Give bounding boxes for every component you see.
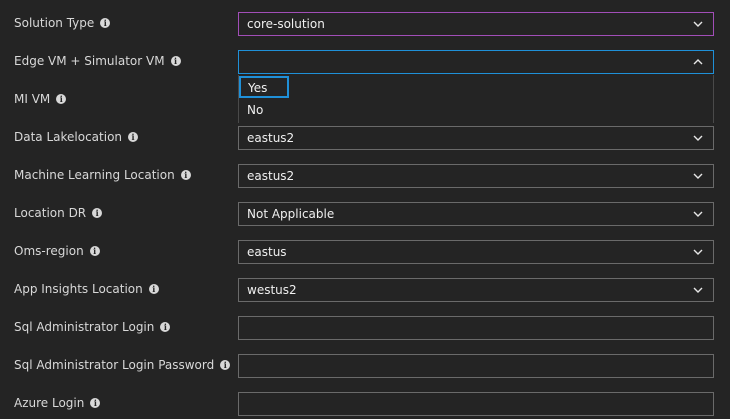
row-data-lake-location: Data Lakelocation i eastus2 [0,126,730,150]
machine-learning-location-select[interactable]: eastus2 [238,164,714,188]
select-value: eastus [247,245,287,259]
data-lake-location-select[interactable]: eastus2 [238,126,714,150]
solution-type-select[interactable]: core-solution [238,12,714,36]
info-icon[interactable]: i [170,56,181,66]
field-label: Solution Type [14,16,95,30]
chevron-down-icon [693,135,703,141]
row-machine-learning-location: Machine Learning Location i eastus2 [0,164,730,188]
dropdown-option-yes[interactable]: Yes [239,76,289,98]
info-icon[interactable]: i [160,322,171,332]
chevron-down-icon [693,21,703,27]
field-label: MI VM [14,92,51,106]
sql-admin-password-input[interactable] [238,354,714,378]
field-label: Sql Administrator Login Password [14,358,215,372]
field-label: Data Lakelocation [14,130,123,144]
mi-vm-label: MI VM i [14,91,67,107]
info-icon[interactable]: i [180,170,191,180]
row-app-insights-location: App Insights Location i westus2 [0,278,730,302]
info-icon[interactable]: i [220,360,231,370]
chevron-down-icon [693,211,703,217]
edge-vm-select[interactable] [238,50,714,74]
machine-learning-location-label: Machine Learning Location i [14,167,191,183]
select-value: eastus2 [247,169,295,183]
row-location-dr: Location DR i Not Applicable [0,202,730,226]
dropdown-option-no[interactable]: No [239,99,263,121]
row-solution-type: Solution Type i core-solution [0,12,730,36]
app-insights-location-label: App Insights Location i [14,281,159,297]
chevron-down-icon [693,249,703,255]
row-oms-region: Oms-region i eastus [0,240,730,264]
info-icon[interactable]: i [92,208,103,218]
select-value: Not Applicable [247,207,335,221]
solution-type-label: Solution Type i [14,15,111,31]
select-value: eastus2 [247,131,295,145]
info-icon[interactable]: i [89,246,100,256]
field-label: Location DR [14,206,87,220]
info-icon[interactable]: i [56,94,67,104]
info-icon[interactable]: i [90,398,101,408]
field-label: Edge VM + Simulator VM [14,54,165,68]
chevron-down-icon [693,173,703,179]
field-label: Azure Login [14,396,85,410]
oms-region-label: Oms-region i [14,243,100,259]
chevron-down-icon [693,287,703,293]
edge-vm-label: Edge VM + Simulator VM i [14,53,181,69]
field-label: App Insights Location [14,282,143,296]
edge-vm-dropdown-list: Yes No [238,75,714,123]
field-label: Oms-region [14,244,84,258]
info-icon[interactable]: i [148,284,159,294]
select-value: core-solution [247,17,325,31]
row-edge-vm: Edge VM + Simulator VM i [0,50,730,74]
chevron-up-icon [693,59,703,65]
location-dr-select[interactable]: Not Applicable [238,202,714,226]
azure-login-input[interactable] [238,392,714,416]
row-sql-admin-login: Sql Administrator Login i [0,316,730,340]
sql-admin-password-label: Sql Administrator Login Password i [14,357,231,373]
sql-admin-login-input[interactable] [238,316,714,340]
info-icon[interactable]: i [100,18,111,28]
app-insights-location-select[interactable]: westus2 [238,278,714,302]
select-value: westus2 [247,283,297,297]
sql-admin-login-label: Sql Administrator Login i [14,319,171,335]
location-dr-label: Location DR i [14,205,103,221]
row-azure-login: Azure Login i [0,392,730,416]
azure-login-label: Azure Login i [14,395,101,411]
field-label: Machine Learning Location [14,168,175,182]
info-icon[interactable]: i [128,132,139,142]
row-sql-admin-password: Sql Administrator Login Password i [0,354,730,378]
oms-region-select[interactable]: eastus [238,240,714,264]
deployment-form: Solution Type i core-solution Edge VM + … [0,0,730,419]
field-label: Sql Administrator Login [14,320,155,334]
data-lake-location-label: Data Lakelocation i [14,129,139,145]
